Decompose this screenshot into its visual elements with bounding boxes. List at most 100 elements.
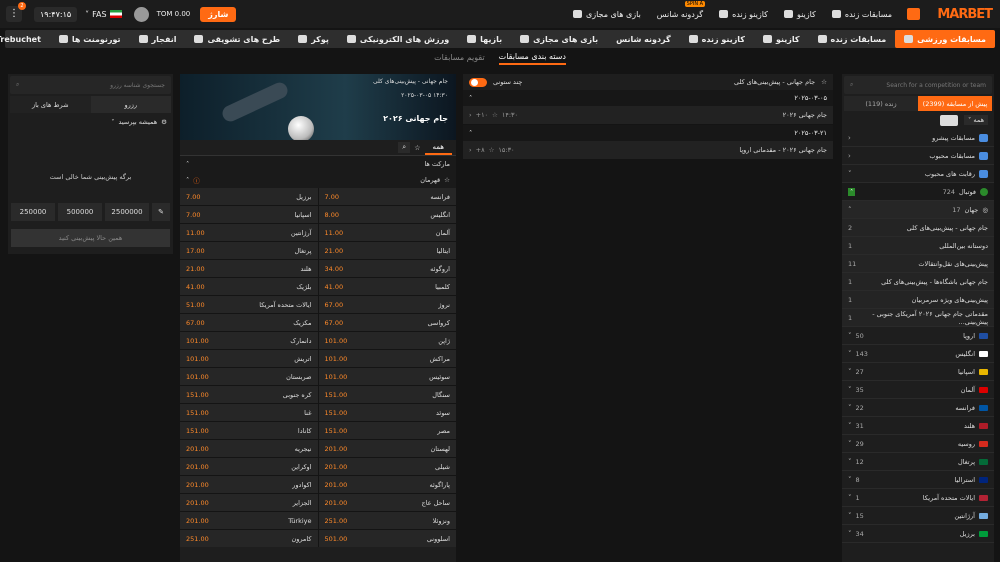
menu-virtual[interactable]: بازی های مجازی (565, 10, 649, 19)
odds-cell[interactable]: انگلیس 8.00 (318, 206, 456, 223)
nav-live[interactable]: مسابقات زنده (809, 30, 896, 48)
odds-cell[interactable]: شیلی 201.00 (318, 458, 456, 475)
nav-crash[interactable]: انفجار (130, 30, 186, 48)
date-header[interactable]: ۲۰۲۵-۰۳-۰۵ ˄ (463, 90, 833, 106)
section-upcoming[interactable]: مسابقات پیشرو ‹ (842, 129, 994, 147)
nav-wheel[interactable]: گردونه شانس (607, 30, 680, 48)
date-header[interactable]: ۲۰۲۵-۰۳-۲۱ ˄ (463, 125, 833, 141)
amount-250000[interactable]: 250000 (11, 203, 55, 221)
markets-header[interactable]: مارکت ها ˄ (180, 156, 456, 172)
menu-live[interactable]: مسابقات زنده (824, 10, 900, 19)
gear-icon[interactable]: ⚙ (161, 118, 167, 126)
league-item[interactable]: مقدماتی جام جهانی ۲۰۲۶ آمریکای جنوبی - پ… (842, 309, 994, 327)
menu-wheel[interactable]: SPIN A گردونه شانس (649, 0, 711, 19)
odds-cell[interactable]: مصر 151.00 (318, 422, 456, 439)
odds-cell[interactable]: کانادا 151.00 (180, 422, 318, 439)
star-icon[interactable]: ☆ (492, 111, 498, 119)
logo[interactable]: MARBET (937, 7, 993, 22)
amount-2500000[interactable]: 2500000 (105, 203, 149, 221)
event-row[interactable]: جام جهانی ۲۰۲۶ ۱۴:۳۰ ☆ ۱۰+ ‹ (463, 106, 833, 124)
league-item[interactable]: دوستانه بین‌المللی 1 (842, 237, 994, 255)
country-item[interactable]: برزیل 34 ˅ (842, 525, 994, 543)
odds-cell[interactable]: مراکش 101.00 (318, 350, 456, 367)
menu-live-casino[interactable]: کازینو زنده (711, 10, 776, 19)
country-item[interactable]: آلمان 35 ˅ (842, 381, 994, 399)
star-icon[interactable]: ☆ (821, 78, 827, 86)
odds-cell[interactable]: صربستان 101.00 (180, 368, 318, 385)
country-item[interactable]: انگلیس 143 ˅ (842, 345, 994, 363)
odds-cell[interactable]: ایتالیا 21.00 (318, 242, 456, 259)
search-icon[interactable]: ⌕ (398, 142, 411, 153)
menu-casino[interactable]: کازینو (776, 10, 824, 19)
nav-promotions[interactable]: طرح های تشویقی (185, 30, 289, 48)
odds-cell[interactable]: آلمان 11.00 (318, 224, 456, 241)
odds-cell[interactable]: مکزیک 67.00 (180, 314, 318, 331)
odds-cell[interactable]: کره جنوبی 151.00 (180, 386, 318, 403)
multi-column-toggle[interactable] (469, 77, 487, 87)
league-item[interactable]: جام جهانی - پیش‌بینی‌های کلی 2 (842, 219, 994, 237)
star-icon[interactable]: ☆ (489, 146, 495, 154)
odds-cell[interactable]: غنا 151.00 (180, 404, 318, 421)
league-item[interactable]: پیش‌بینی‌های ویژه سرمربیان 1 (842, 291, 994, 309)
odds-cell[interactable]: فرانسه 7.00 (318, 188, 456, 205)
odds-cell[interactable]: ساحل عاج 201.00 (318, 494, 456, 511)
tab-booking[interactable]: رزرو (90, 96, 171, 113)
star-icon[interactable]: ☆ (444, 176, 450, 184)
tab-live[interactable]: زنده (119) (844, 96, 918, 111)
section-popular-competitions[interactable]: رقابت های محبوب ˅ (842, 165, 994, 183)
odds-cell[interactable]: کلمبیا 41.00 (318, 278, 456, 295)
section-popular[interactable]: مسابقات محبوب ‹ (842, 147, 994, 165)
odds-cell[interactable]: دانمارک 101.00 (180, 332, 318, 349)
odds-cell[interactable]: اروگوئه 34.00 (318, 260, 456, 277)
charge-button[interactable]: شارژ (200, 6, 237, 22)
gift-icon[interactable] (907, 8, 920, 20)
odds-cell[interactable]: هلند 21.00 (180, 260, 318, 277)
tab-open-bets[interactable]: شرط های باز (10, 96, 91, 113)
sport-football[interactable]: فوتبال 724 ˄ (842, 183, 994, 201)
booking-search[interactable]: جستجوی شناسه رزرو ⌕ (10, 76, 171, 94)
region-world[interactable]: ◎ جهان 17 ˄ (842, 201, 994, 219)
tab-calendar[interactable]: تقویم مسابقات (434, 53, 485, 64)
odds-cell[interactable]: اسپانیا 7.00 (180, 206, 318, 223)
odds-cell[interactable]: نروژ 67.00 (318, 296, 456, 313)
country-item[interactable]: روسیه 29 ˅ (842, 435, 994, 453)
odds-cell[interactable]: Türkiye 201.00 (180, 512, 318, 529)
collapse-button[interactable]: ˄ (848, 187, 856, 196)
odds-cell[interactable]: اکوادور 201.00 (180, 476, 318, 493)
odds-cell[interactable]: کامرون 251.00 (180, 530, 318, 547)
league-item[interactable]: جام جهانی باشگاه‌ها - پیش‌بینی‌های کلی 1 (842, 273, 994, 291)
nav-esports[interactable]: ورزش های الکترونیکی (338, 30, 458, 48)
view-toggle-icon[interactable] (940, 114, 958, 126)
odds-cell[interactable]: آرژانتین 11.00 (180, 224, 318, 241)
odds-cell[interactable]: لهستان 201.00 (318, 440, 456, 457)
tab-prematch[interactable]: پیش از مسابقه (2399) (918, 96, 992, 111)
odds-cell[interactable]: پرتغال 17.00 (180, 242, 318, 259)
odds-cell[interactable]: الجزایر 201.00 (180, 494, 318, 511)
always-ask-row[interactable]: ⚙ همیشه بپرسید ˅ (8, 113, 173, 131)
country-item[interactable]: اسپانیا 27 ˅ (842, 363, 994, 381)
country-item[interactable]: ایالات متحده آمریکا 1 ˅ (842, 489, 994, 507)
odds-cell[interactable]: سنگال 151.00 (318, 386, 456, 403)
nav-virtual[interactable]: بازی های مجازی (511, 30, 607, 48)
star-icon[interactable]: ☆ (414, 144, 420, 152)
edit-icon[interactable]: ✎ (152, 203, 170, 221)
odds-cell[interactable]: ایالات متحده آمریکا 51.00 (180, 296, 318, 313)
tab-all[interactable]: همه (424, 141, 452, 155)
filter-dropdown[interactable]: همه ˅ (964, 115, 988, 125)
nav-poker[interactable]: پوکر (289, 30, 338, 48)
league-item[interactable]: پیش‌بینی‌های نقل‌وانتقالات 11 (842, 255, 994, 273)
more-menu-button[interactable]: ⋮ 2 (6, 2, 26, 22)
odds-cell[interactable]: اسلوونی 501.00 (318, 530, 456, 547)
country-item[interactable]: اروپا 50 ˅ (842, 327, 994, 345)
place-bet-button[interactable]: همین حالا پیش‌بینی کنید (11, 229, 170, 247)
odds-cell[interactable]: اوکراین 201.00 (180, 458, 318, 475)
country-item[interactable]: هلند 31 ˅ (842, 417, 994, 435)
language-selector[interactable]: ˅ FAS (85, 10, 122, 19)
country-item[interactable]: فرانسه 22 ˅ (842, 399, 994, 417)
odds-cell[interactable]: بلژیک 41.00 (180, 278, 318, 295)
nav-sports[interactable]: مسابقات ورزشی (895, 30, 995, 48)
nav-trebuchet[interactable]: Trebuchet (0, 30, 50, 48)
odds-cell[interactable]: ونزوئلا 251.00 (318, 512, 456, 529)
odds-cell[interactable]: پاراگوئه 201.00 (318, 476, 456, 493)
competition-search[interactable]: Search for a competition or team ⌕ (844, 76, 992, 94)
